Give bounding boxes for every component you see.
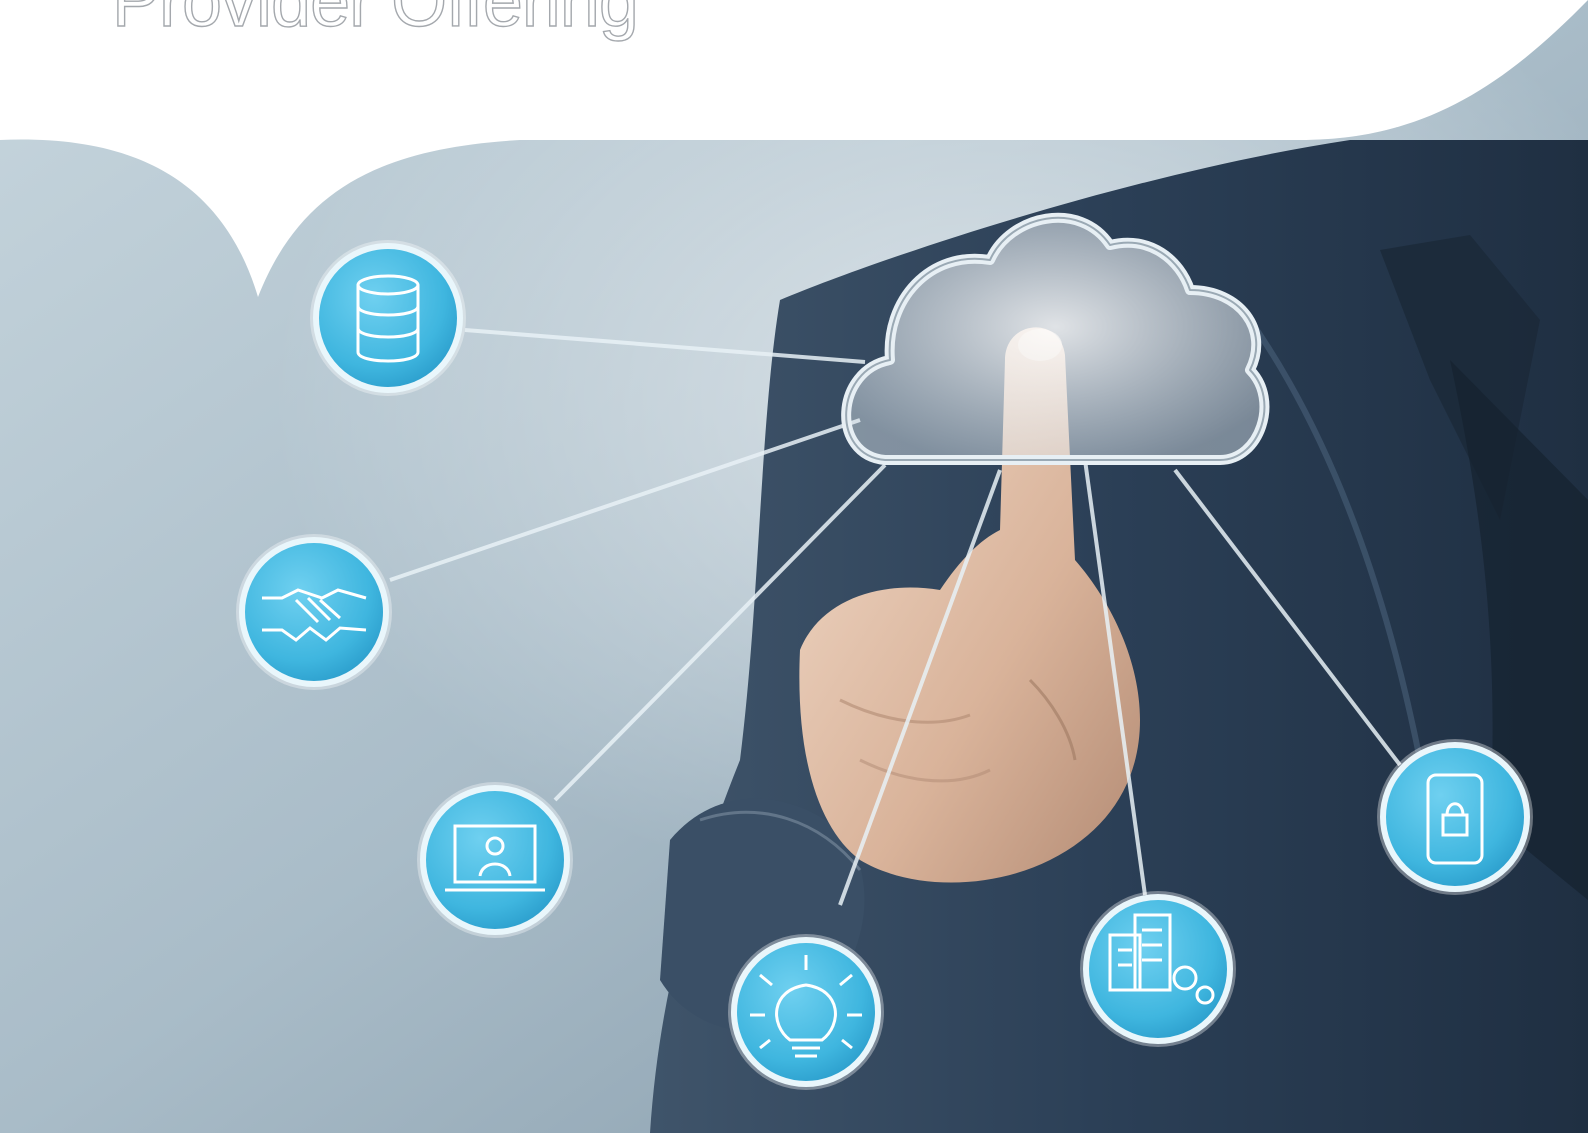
page: Provider Offering bbox=[0, 0, 1588, 1133]
page-title: Provider Offering bbox=[111, 0, 639, 42]
photo-background bbox=[0, 0, 1588, 1133]
mobile-lock-icon bbox=[1377, 739, 1533, 895]
database-icon bbox=[310, 240, 466, 396]
hero-illustration bbox=[0, 0, 1588, 1133]
lightbulb-icon bbox=[728, 934, 884, 1090]
handshake-icon bbox=[236, 534, 392, 690]
buildings-gears-icon bbox=[1080, 891, 1236, 1047]
laptop-user-icon bbox=[417, 782, 573, 938]
